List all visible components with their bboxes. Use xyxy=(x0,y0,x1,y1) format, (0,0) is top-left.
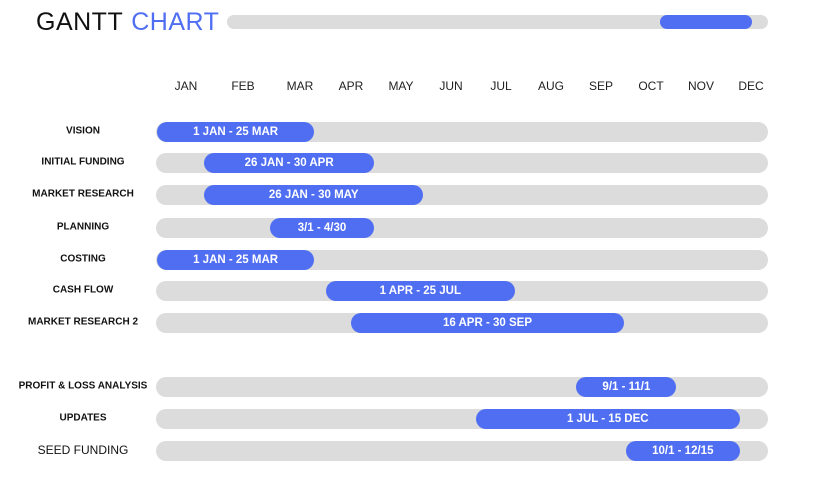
task-bar-market-research-2[interactable]: 16 APR - 30 SEP xyxy=(351,313,624,333)
task-track-profit-loss-analysis xyxy=(156,377,768,397)
task-bar-cash-flow[interactable]: 1 APR - 25 JUL xyxy=(325,281,515,301)
month-label-feb: FEB xyxy=(231,79,255,93)
task-label-cash-flow: CASH FLOW xyxy=(52,284,114,296)
task-bar-seed-funding[interactable]: 10/1 - 12/15 xyxy=(625,441,740,461)
task-bar-vision[interactable]: 1 JAN - 25 MAR xyxy=(157,122,315,142)
month-label-mar: MAR xyxy=(286,79,314,93)
month-label-sep: SEP xyxy=(588,79,614,93)
title-word-chart: CHART xyxy=(131,8,220,36)
task-label-seed-funding: SEED FUNDING xyxy=(37,443,129,457)
task-label-updates: UPDATES xyxy=(59,412,107,424)
month-label-may: MAY xyxy=(388,79,414,93)
task-label-profit-loss-analysis: PROFIT & LOSS ANALYSIS xyxy=(18,380,148,392)
progress-track xyxy=(227,15,768,29)
task-bar-initial-funding[interactable]: 26 JAN - 30 APR xyxy=(204,153,374,173)
progress-fill xyxy=(659,15,752,29)
month-label-oct: OCT xyxy=(638,79,664,93)
month-label-apr: APR xyxy=(338,79,364,93)
task-bar-costing[interactable]: 1 JAN - 25 MAR xyxy=(157,250,315,270)
task-label-vision: VISION xyxy=(66,125,100,137)
task-label-market-research-2: MARKET RESEARCH 2 xyxy=(27,316,139,328)
task-label-initial-funding: INITIAL FUNDING xyxy=(41,156,125,168)
task-label-costing: COSTING xyxy=(60,253,106,265)
chart-title: GANTT CHART xyxy=(36,8,219,37)
month-label-aug: AUG xyxy=(537,79,565,93)
month-label-jan: JAN xyxy=(174,79,198,93)
task-track-planning xyxy=(156,218,768,238)
task-label-planning: PLANNING xyxy=(56,221,110,233)
task-bar-profit-loss-analysis[interactable]: 9/1 - 11/1 xyxy=(576,377,677,397)
month-label-jul: JUL xyxy=(490,79,512,93)
task-bar-updates[interactable]: 1 JUL - 15 DEC xyxy=(475,409,740,429)
month-label-nov: NOV xyxy=(687,79,715,93)
title-word-gantt: GANTT xyxy=(36,8,124,36)
task-bar-market-research[interactable]: 26 JAN - 30 MAY xyxy=(204,185,424,205)
task-label-market-research: MARKET RESEARCH xyxy=(32,188,134,200)
task-bar-planning[interactable]: 3/1 - 4/30 xyxy=(270,218,374,238)
month-label-jun: JUN xyxy=(439,79,463,93)
month-label-dec: DEC xyxy=(738,79,764,93)
